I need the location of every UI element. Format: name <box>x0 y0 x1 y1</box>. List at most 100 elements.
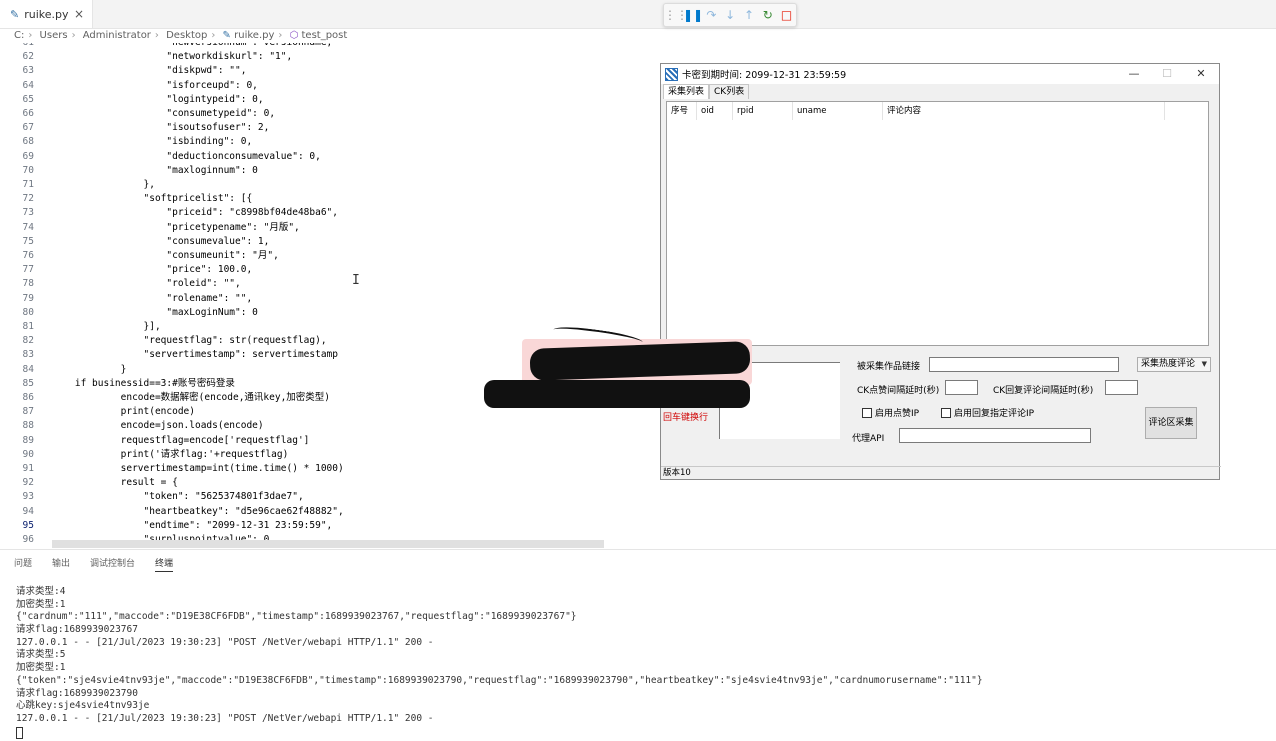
step-over-icon[interactable]: ↷ <box>702 8 721 22</box>
proxy-api-input[interactable] <box>899 428 1091 443</box>
line-number: 74 <box>22 221 34 233</box>
editor-tab-bar: ✎ ruike.py × <box>0 0 1276 29</box>
tab-problems[interactable]: 问题 <box>14 556 32 572</box>
code-text: "maxloginnum": 0 <box>52 164 258 176</box>
reply-delay-input[interactable] <box>1105 380 1138 395</box>
tab-ck-list[interactable]: CK列表 <box>709 84 750 99</box>
column-header-oid[interactable]: oid <box>697 102 733 120</box>
line-number: 72 <box>22 193 34 205</box>
like-delay-label: CK点赞间隔延时(秒) <box>857 386 940 396</box>
reply-hint-label: 回车键换行 <box>663 413 709 423</box>
collect-mode-value: 采集热度评论 <box>1141 359 1196 369</box>
like-ip-checkbox[interactable]: 启用点赞IP <box>862 406 919 419</box>
code-text: "token": "5625374801f3dae7", <box>52 491 304 503</box>
app-status-bar: 版本10 <box>661 466 1221 480</box>
tab-close-icon[interactable]: × <box>74 7 84 21</box>
step-out-icon[interactable]: ↑ <box>740 8 759 22</box>
reply-delay-label: CK回复评论间隔延时(秒) <box>993 386 1094 396</box>
python-file-icon: ✎ <box>10 7 20 21</box>
function-symbol-icon: ⬡ <box>289 30 299 41</box>
column-header-rpid[interactable]: rpid <box>733 102 793 120</box>
collect-mode-select[interactable]: 采集热度评论 ▼ <box>1137 357 1211 372</box>
tab-terminal[interactable]: 终端 <box>155 556 174 572</box>
proxy-api-label: 代理API <box>852 434 885 444</box>
code-text: "priceid": "c8998bf04de48ba6", <box>52 207 338 219</box>
like-delay-input[interactable] <box>945 380 978 395</box>
code-text: encode=数据解密(encode,通讯key,加密类型) <box>52 392 331 403</box>
work-link-input[interactable] <box>929 357 1119 372</box>
breadcrumb-item[interactable]: test_post <box>302 30 348 41</box>
terminal-line: {"token":"sje4svie4tnv93je","maccode":"D… <box>16 674 983 686</box>
line-number: 65 <box>22 93 34 105</box>
code-text: "endtime": "2099-12-31 23:59:59", <box>52 519 333 531</box>
code-text: print(encode) <box>52 406 195 418</box>
column-header-index[interactable]: 序号 <box>667 102 697 120</box>
line-number: 79 <box>22 292 34 304</box>
line-number: 96 <box>22 534 34 545</box>
column-header-uname[interactable]: uname <box>793 102 883 120</box>
chevron-down-icon: ▼ <box>1201 360 1207 368</box>
code-text: "isforceupd": 0, <box>52 79 258 91</box>
line-number: 95 <box>22 519 34 531</box>
maximize-icon[interactable]: ☐ <box>1151 66 1183 82</box>
breadcrumb-item[interactable]: C: <box>14 30 24 41</box>
breadcrumb-item[interactable]: Users <box>40 30 68 41</box>
line-number: 80 <box>22 306 34 318</box>
checkbox-icon <box>941 407 951 418</box>
work-link-label: 被采集作品链接 <box>857 362 921 372</box>
code-text: "softpricelist": [{ <box>52 193 253 205</box>
line-number: 89 <box>22 434 34 446</box>
code-text: "heartbeatkey": "d5e96cae62f48882", <box>52 505 344 517</box>
code-text: "requestflag": str(requestflag), <box>52 335 327 347</box>
tab-collect-list[interactable]: 采集列表 <box>663 84 710 99</box>
line-number: 93 <box>22 491 34 503</box>
app-title-bar[interactable]: 卡密到期时间: 2099-12-31 23:59:59 — ☐ ✕ <box>661 64 1219 84</box>
debug-toolbar: ⋮⋮ ❚❚ ↷ ↓ ↑ ↻ □ <box>663 3 797 27</box>
terminal-output[interactable]: 请求类型:4 加密类型:1 {"cardnum":"111","maccode":"… <box>16 586 983 739</box>
line-number: 67 <box>22 122 34 134</box>
line-number: 78 <box>22 278 34 290</box>
breadcrumb-item[interactable]: ruike.py <box>234 30 274 41</box>
code-text: "pricetypename": "月版", <box>52 221 300 233</box>
reply-ip-checkbox[interactable]: 启用回复指定评论IP <box>941 406 1034 419</box>
breadcrumb-item[interactable]: Administrator <box>83 30 151 41</box>
line-number: 81 <box>22 321 34 332</box>
drag-grip-icon[interactable]: ⋮⋮ <box>664 8 688 22</box>
stop-icon[interactable]: □ <box>777 8 796 22</box>
terminal-line: 请求flag:1689939023790 <box>16 687 138 699</box>
like-ip-label: 启用点赞IP <box>875 409 920 419</box>
code-text: }], <box>52 321 161 332</box>
line-number: 71 <box>22 179 34 190</box>
editor-tab-ruike[interactable]: ✎ ruike.py × <box>0 0 93 28</box>
line-number: 68 <box>22 136 34 148</box>
tab-debug-console[interactable]: 调试控制台 <box>90 556 135 572</box>
column-header-comment[interactable]: 评论内容 <box>883 102 1165 120</box>
restart-icon[interactable]: ↻ <box>758 8 777 22</box>
minimize-icon[interactable]: — <box>1118 66 1150 82</box>
panel-tabs: 问题 输出 调试控制台 终端 <box>14 556 193 572</box>
code-text: if businessid==3:#账号密码登录 <box>52 377 235 389</box>
line-number: 85 <box>22 377 34 389</box>
checkbox-icon <box>862 407 872 418</box>
step-into-icon[interactable]: ↓ <box>721 8 740 22</box>
editor-tab-label: ruike.py <box>24 7 69 21</box>
code-text: }, <box>52 179 155 190</box>
code-editor[interactable]: 61 "newversionnum": versionname, 62 "netw… <box>0 43 660 549</box>
code-text: "consumevalue": 1, <box>52 235 270 247</box>
breadcrumb-item[interactable]: Desktop <box>166 30 207 41</box>
python-file-icon: ✎ <box>222 30 231 41</box>
close-icon[interactable]: ✕ <box>1185 66 1217 82</box>
code-text: "servertimestamp": servertimestamp <box>52 349 338 361</box>
line-number: 91 <box>22 463 34 474</box>
bottom-panel: 问题 输出 调试控制台 终端 请求类型:4 加密类型:1 {"cardnum":"1… <box>0 549 1276 741</box>
code-text: "isoutsofuser": 2, <box>52 122 270 134</box>
pause-icon[interactable]: ❚❚ <box>683 8 703 22</box>
collect-list-table[interactable]: 序号 oid rpid uname 评论内容 <box>666 101 1209 346</box>
line-number: 94 <box>22 505 34 517</box>
line-number: 76 <box>22 250 34 261</box>
code-text: print('请求flag:'+requestflag) <box>52 448 289 460</box>
tab-output[interactable]: 输出 <box>52 556 70 572</box>
horizontal-scrollbar[interactable] <box>52 540 604 548</box>
breadcrumb: C: › Users › Administrator › Desktop › ✎ rui… <box>14 30 348 41</box>
comment-collect-button[interactable]: 评论区采集 <box>1145 407 1197 439</box>
